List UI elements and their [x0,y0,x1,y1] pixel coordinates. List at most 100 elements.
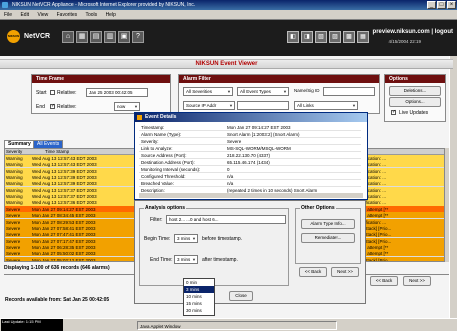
details-scrollbar[interactable] [139,193,363,198]
other-options-title: Other Options [300,205,336,211]
alarm-filter-panel: Alarm Filter All Severities All Event Ty… [178,74,380,114]
source-ip-input[interactable] [237,101,289,110]
app-header: NIKSUN NetVCR ⌂ ▦ ▤ ▥ ▣ ? ◧ ◨ ▧ ▨ ▩ ▦ pr… [0,20,457,56]
source-ip-select[interactable]: Source IP Addr [183,101,235,110]
analysis-options-title: Analysis options [144,205,187,211]
detail-key: Alarm Name (Type): [141,132,182,137]
name-sig-label: Name/Sig ID [294,88,320,93]
end-time-dropdown-list: 0 min 3 mins 10 mins 15 mins 30 mins [183,278,215,316]
event-details-title: Event Details [145,114,177,120]
end-label: End [36,104,45,110]
tool-icon-1[interactable]: ◧ [287,31,299,43]
menu-tools[interactable]: Tools [85,12,97,18]
settings-icon[interactable]: ▣ [118,31,130,43]
detail-value: n/a [227,174,234,179]
start-time-input[interactable]: Jan 25 2003 00:42:05 [86,88,148,97]
menu-help[interactable]: Help [106,12,116,18]
options-button[interactable]: Options... [389,97,441,107]
close-button[interactable]: Close [229,291,253,301]
event-details-dialog: Event Details Timestamp: Mon Jan 27 09:14… [134,112,368,200]
host-logout-link[interactable]: preview.niksun.com | logout [373,29,453,35]
options-title: Options [385,75,445,83]
tool-icon-3[interactable]: ▧ [315,31,327,43]
time-frame-panel: Time Frame Start Relative: Jan 25 2003 0… [31,74,171,114]
grid-back-button[interactable]: << Back [370,276,398,286]
tool-icon-2[interactable]: ◨ [301,31,313,43]
event-details-title-bar[interactable]: Event Details [135,113,367,122]
filter-label: Filter: [150,217,163,223]
end-relative-checkbox[interactable] [50,103,55,109]
header-date: 4/15/2004 22:19 [388,39,421,44]
table-scrollbar[interactable] [445,148,449,262]
filter-input[interactable]: host 2... ...0 and host 6... [166,215,286,224]
browser-title-bar: NIKSUN NetVCR Appliance - Microsoft Inte… [0,0,457,10]
dropdown-option[interactable]: 0 min [184,279,214,286]
deletions-button[interactable]: Deletions... [389,86,441,96]
home-icon[interactable]: ⌂ [62,31,74,43]
remediate-button[interactable]: Remediate!... [301,233,355,243]
start-relative-checkbox[interactable] [50,90,55,95]
dropdown-option[interactable]: 10 mins [184,293,214,300]
other-options-group: Other Options Alarm Type Info... Remedia… [295,205,361,264]
detail-key: Severity: [141,139,159,144]
menu-edit[interactable]: Edit [20,12,29,18]
alarm-icon[interactable]: ▥ [104,31,116,43]
detail-value: Snort Alarm [1:2003:2] (Snort Alarm) [227,132,300,137]
ie-icon [2,2,8,8]
applet-status: Java Applet Window [137,321,337,330]
live-updates-checkbox[interactable] [391,109,396,115]
app-name: NetVCR [24,33,51,40]
begin-time-label: Begin Time: [144,236,171,242]
alarm-type-info-button[interactable]: Alarm Type Info... [301,219,355,229]
chart-icon[interactable]: ▤ [90,31,102,43]
detail-value: 65.115.46.174 (1434) [227,160,270,165]
end-time-select[interactable]: now [114,102,140,111]
dropdown-option[interactable]: 15 mins [184,300,214,307]
maximize-button[interactable]: □ [437,1,446,9]
dropdown-option[interactable]: 3 mins [184,286,214,293]
menu-view[interactable]: View [37,12,48,18]
dropdown-option[interactable]: 30 mins [184,307,214,314]
event-icon [137,115,142,120]
analysis-next-button[interactable]: Next >> [331,267,359,277]
begin-time-select[interactable]: 3 mins [174,234,198,243]
options-panel: Options Deletions... Options... Live Upd… [384,74,446,122]
help-icon[interactable]: ? [132,31,144,43]
detail-key: Timestamp: [141,125,165,130]
detail-value: 218.22.130.70 (4337) [227,153,271,158]
event-type-select[interactable]: All Event Types [237,87,289,96]
links-select[interactable]: All Links [294,101,358,110]
menu-file[interactable]: File [4,12,12,18]
grid-next-button[interactable]: Next >> [403,276,431,286]
tool-icon-5[interactable]: ▩ [343,31,355,43]
analysis-options-group: Analysis options Filter: host 2... ...0 … [139,205,289,286]
severity-select[interactable]: All Severities [183,87,233,96]
end-time-select[interactable]: 3 mins [174,255,198,264]
detail-key: Source Address (Port): [141,153,187,158]
browser-title: NIKSUN NetVCR Appliance - Microsoft Inte… [12,2,196,8]
detail-value: Severe [227,139,242,144]
tab-all-events[interactable]: All Events [33,140,64,148]
close-window-button[interactable]: × [447,1,456,9]
start-label: Start [36,90,47,96]
tab-summary[interactable]: Summary [4,140,35,148]
alarm-filter-title: Alarm Filter [179,75,379,83]
analysis-back-button[interactable]: << Back [299,267,327,277]
page-scrollbar[interactable] [449,56,457,318]
detail-value: MS-SQL-WORM/MSQL-WORM [227,146,291,151]
tool-icon-6[interactable]: ▦ [357,31,369,43]
start-relative-label: Relative: [57,90,77,96]
time-frame-title: Time Frame [32,75,170,83]
tool-icon-4[interactable]: ▨ [329,31,341,43]
browser-menu-bar: File Edit View Favorites Tools Help [0,10,457,20]
minimize-button[interactable]: _ [427,1,436,9]
end-time-label: End Time: [150,257,173,263]
status-panel: Last Update: 1:15 PM [1,319,63,331]
network-icon[interactable]: ▦ [76,31,88,43]
begin-after-label: before timestamp. [202,236,243,242]
end-after-label: after timestamp. [202,257,238,263]
name-sig-input[interactable] [323,87,375,96]
end-relative-label: Relative: [57,104,77,110]
detail-value: 0 [227,167,230,172]
menu-favorites[interactable]: Favorites [57,12,78,18]
